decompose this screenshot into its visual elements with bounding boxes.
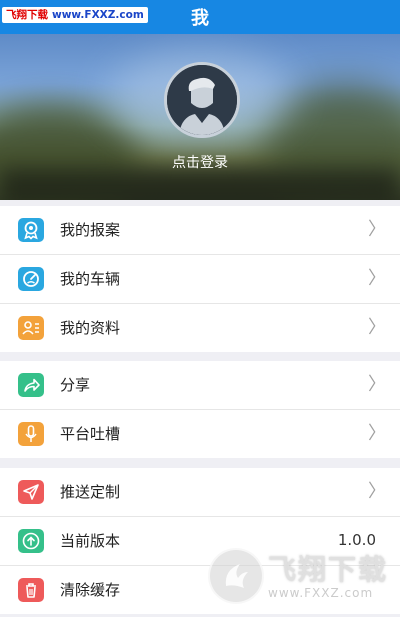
menu-item-label: 我的报案 (60, 221, 121, 239)
chevron-right-icon: 〉 (368, 219, 386, 240)
default-user-icon (167, 65, 237, 135)
menu-item-my-reports[interactable]: 我的报案 〉 (0, 206, 400, 255)
avatar[interactable] (164, 62, 240, 138)
menu-item-label: 我的车辆 (60, 270, 121, 288)
badge-icon (18, 218, 44, 242)
paper-plane-icon (18, 480, 44, 504)
menu-group-social: 分享 〉 平台吐槽 〉 (0, 361, 400, 458)
trash-icon (18, 578, 44, 602)
menu-item-label: 我的资料 (60, 319, 121, 337)
speedometer-icon (18, 267, 44, 291)
chevron-right-icon: 〉 (368, 374, 386, 395)
menu-item-share[interactable]: 分享 〉 (0, 361, 400, 410)
menu-item-label: 当前版本 (60, 532, 121, 550)
watermark-top: 飞翔下载 www.FXXZ.com (2, 7, 148, 23)
menu-item-push-settings[interactable]: 推送定制 〉 (0, 468, 400, 517)
login-link[interactable]: 点击登录 (0, 152, 400, 172)
menu-item-feedback[interactable]: 平台吐槽 〉 (0, 410, 400, 458)
menu-item-label: 平台吐槽 (60, 425, 121, 443)
menu-group-personal: 我的报案 〉 我的车辆 〉 我的资料 〉 (0, 206, 400, 352)
watermark-site: 飞翔下载 (6, 9, 48, 21)
menu-item-label: 清除缓存 (60, 581, 121, 599)
chevron-right-icon: 〉 (368, 481, 386, 502)
menu-item-label: 分享 (60, 376, 91, 394)
watermark-logo-icon (208, 548, 264, 604)
menu-item-my-profile[interactable]: 我的资料 〉 (0, 304, 400, 352)
profile-card-icon (18, 316, 44, 340)
watermark-url: www.FXXZ.com (52, 9, 144, 21)
watermark-url: www.FXXZ.com (268, 586, 374, 600)
watermark-brand: 飞翔下载 (268, 553, 389, 586)
microphone-icon (18, 422, 44, 446)
share-icon (18, 373, 44, 397)
menu-item-label: 推送定制 (60, 483, 121, 501)
chevron-right-icon: 〉 (368, 268, 386, 289)
watermark-bottom: 飞翔下载 www.FXXZ.com (208, 546, 400, 608)
chevron-right-icon: 〉 (368, 423, 386, 444)
cloud-upload-icon (18, 529, 44, 553)
menu-item-my-vehicles[interactable]: 我的车辆 〉 (0, 255, 400, 304)
chevron-right-icon: 〉 (368, 317, 386, 338)
